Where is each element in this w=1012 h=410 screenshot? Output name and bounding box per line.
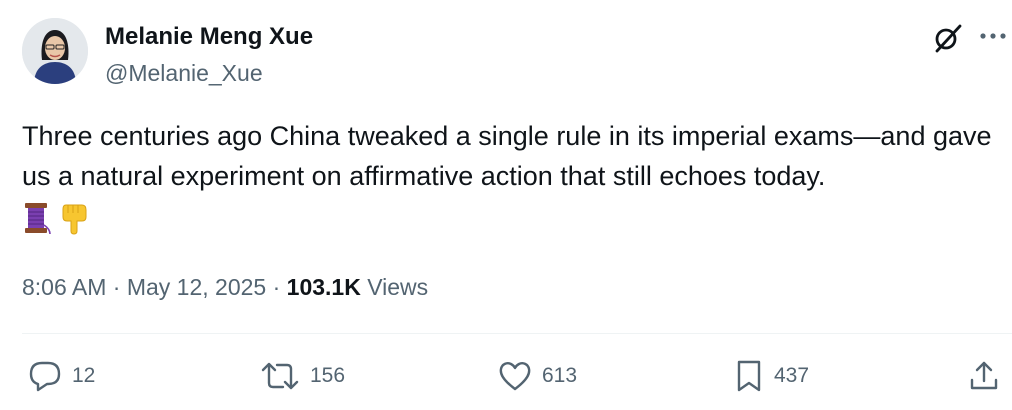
like-count: 613 bbox=[542, 364, 578, 387]
reply-button[interactable]: 12 bbox=[28, 358, 95, 394]
author-name[interactable]: Melanie Meng Xue bbox=[105, 22, 313, 52]
share-button[interactable] bbox=[968, 358, 1000, 394]
tweet-date[interactable]: May 12, 2025 bbox=[127, 274, 266, 300]
tweet-time[interactable]: 8:06 AM bbox=[22, 274, 106, 300]
views-count: 103.1K bbox=[286, 274, 361, 300]
tweet-card: Melanie Meng Xue @Melanie_Xue Three cent… bbox=[0, 0, 1012, 410]
bookmark-button[interactable]: 437 bbox=[734, 358, 809, 394]
tweet-text: Three centuries ago China tweaked a sing… bbox=[22, 121, 992, 191]
author-handle[interactable]: @Melanie_Xue bbox=[105, 58, 263, 88]
tweet-meta: 8:06 AM · May 12, 2025 · 103.1K Views bbox=[22, 272, 428, 302]
repost-button[interactable]: 156 bbox=[260, 358, 345, 394]
repost-count: 156 bbox=[310, 364, 346, 387]
thread-spool-icon bbox=[22, 201, 52, 240]
heart-icon bbox=[498, 359, 532, 393]
pointing-down-icon bbox=[58, 201, 90, 240]
meta-separator-2: · bbox=[272, 274, 281, 300]
repost-icon bbox=[260, 359, 300, 393]
share-icon bbox=[968, 359, 1000, 393]
grok-icon[interactable] bbox=[932, 22, 964, 54]
reply-icon bbox=[28, 359, 62, 393]
avatar[interactable] bbox=[22, 18, 88, 84]
reply-count: 12 bbox=[72, 364, 96, 387]
meta-separator: · bbox=[112, 274, 121, 300]
divider bbox=[22, 333, 1012, 334]
like-button[interactable]: 613 bbox=[498, 358, 577, 394]
more-options-icon[interactable] bbox=[978, 20, 1008, 52]
views-label: Views bbox=[367, 274, 429, 300]
emoji-row bbox=[22, 202, 90, 238]
bookmark-icon bbox=[734, 359, 764, 393]
bookmark-count: 437 bbox=[774, 364, 810, 387]
